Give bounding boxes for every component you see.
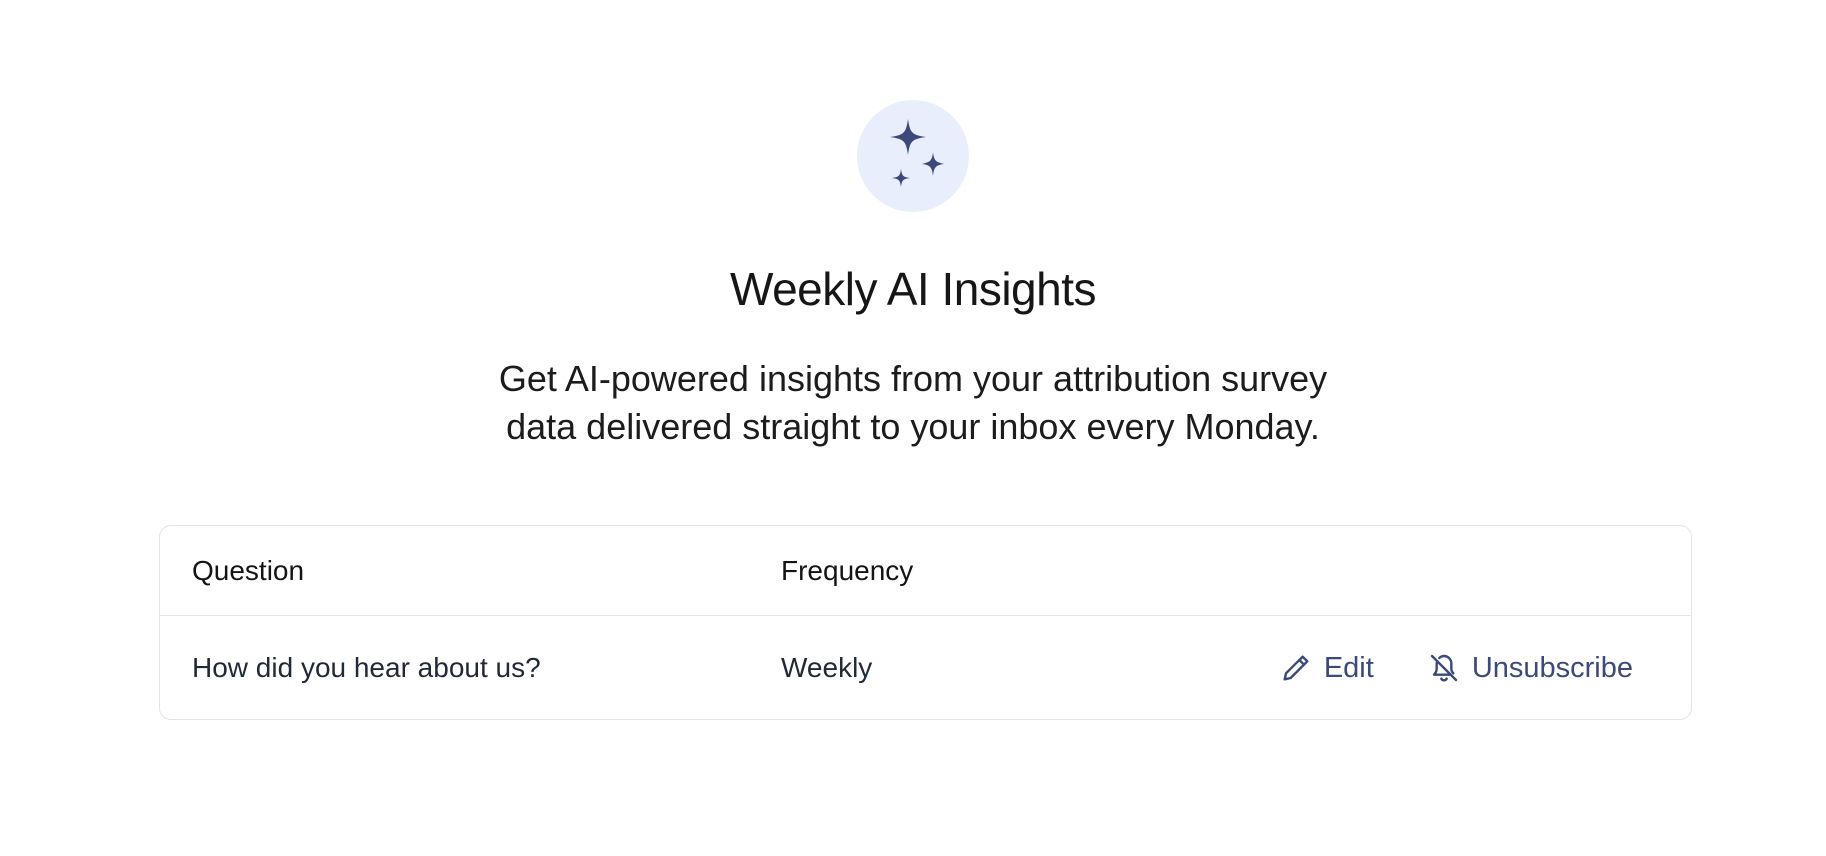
sparkles-icon-badge	[857, 100, 969, 212]
hero-section: Weekly AI Insights Get AI-powered insigh…	[0, 0, 1826, 451]
edit-button-label: Edit	[1323, 651, 1374, 684]
row-actions: Edit Unsubscribe	[1280, 616, 1633, 720]
question-cell: How did you hear about us?	[192, 652, 541, 683]
column-header-frequency: Frequency	[781, 554, 914, 586]
table-header: Question Frequency	[160, 526, 1691, 616]
bell-off-icon	[1430, 654, 1458, 682]
table-row: How did you hear about us? Weekly Edit U…	[160, 616, 1691, 720]
column-header-question: Question	[192, 554, 305, 586]
page-title: Weekly AI Insights	[730, 263, 1097, 315]
frequency-cell: Weekly	[781, 652, 873, 683]
unsubscribe-button[interactable]: Unsubscribe	[1428, 652, 1633, 685]
sparkles-icon	[890, 119, 944, 187]
insights-table: Question Frequency How did you hear abou…	[159, 525, 1692, 720]
page-subtitle: Get AI-powered insights from your attrib…	[498, 358, 1328, 448]
pencil-icon	[1283, 655, 1309, 681]
edit-button[interactable]: Edit	[1280, 652, 1374, 685]
unsubscribe-button-label: Unsubscribe	[1471, 651, 1633, 684]
